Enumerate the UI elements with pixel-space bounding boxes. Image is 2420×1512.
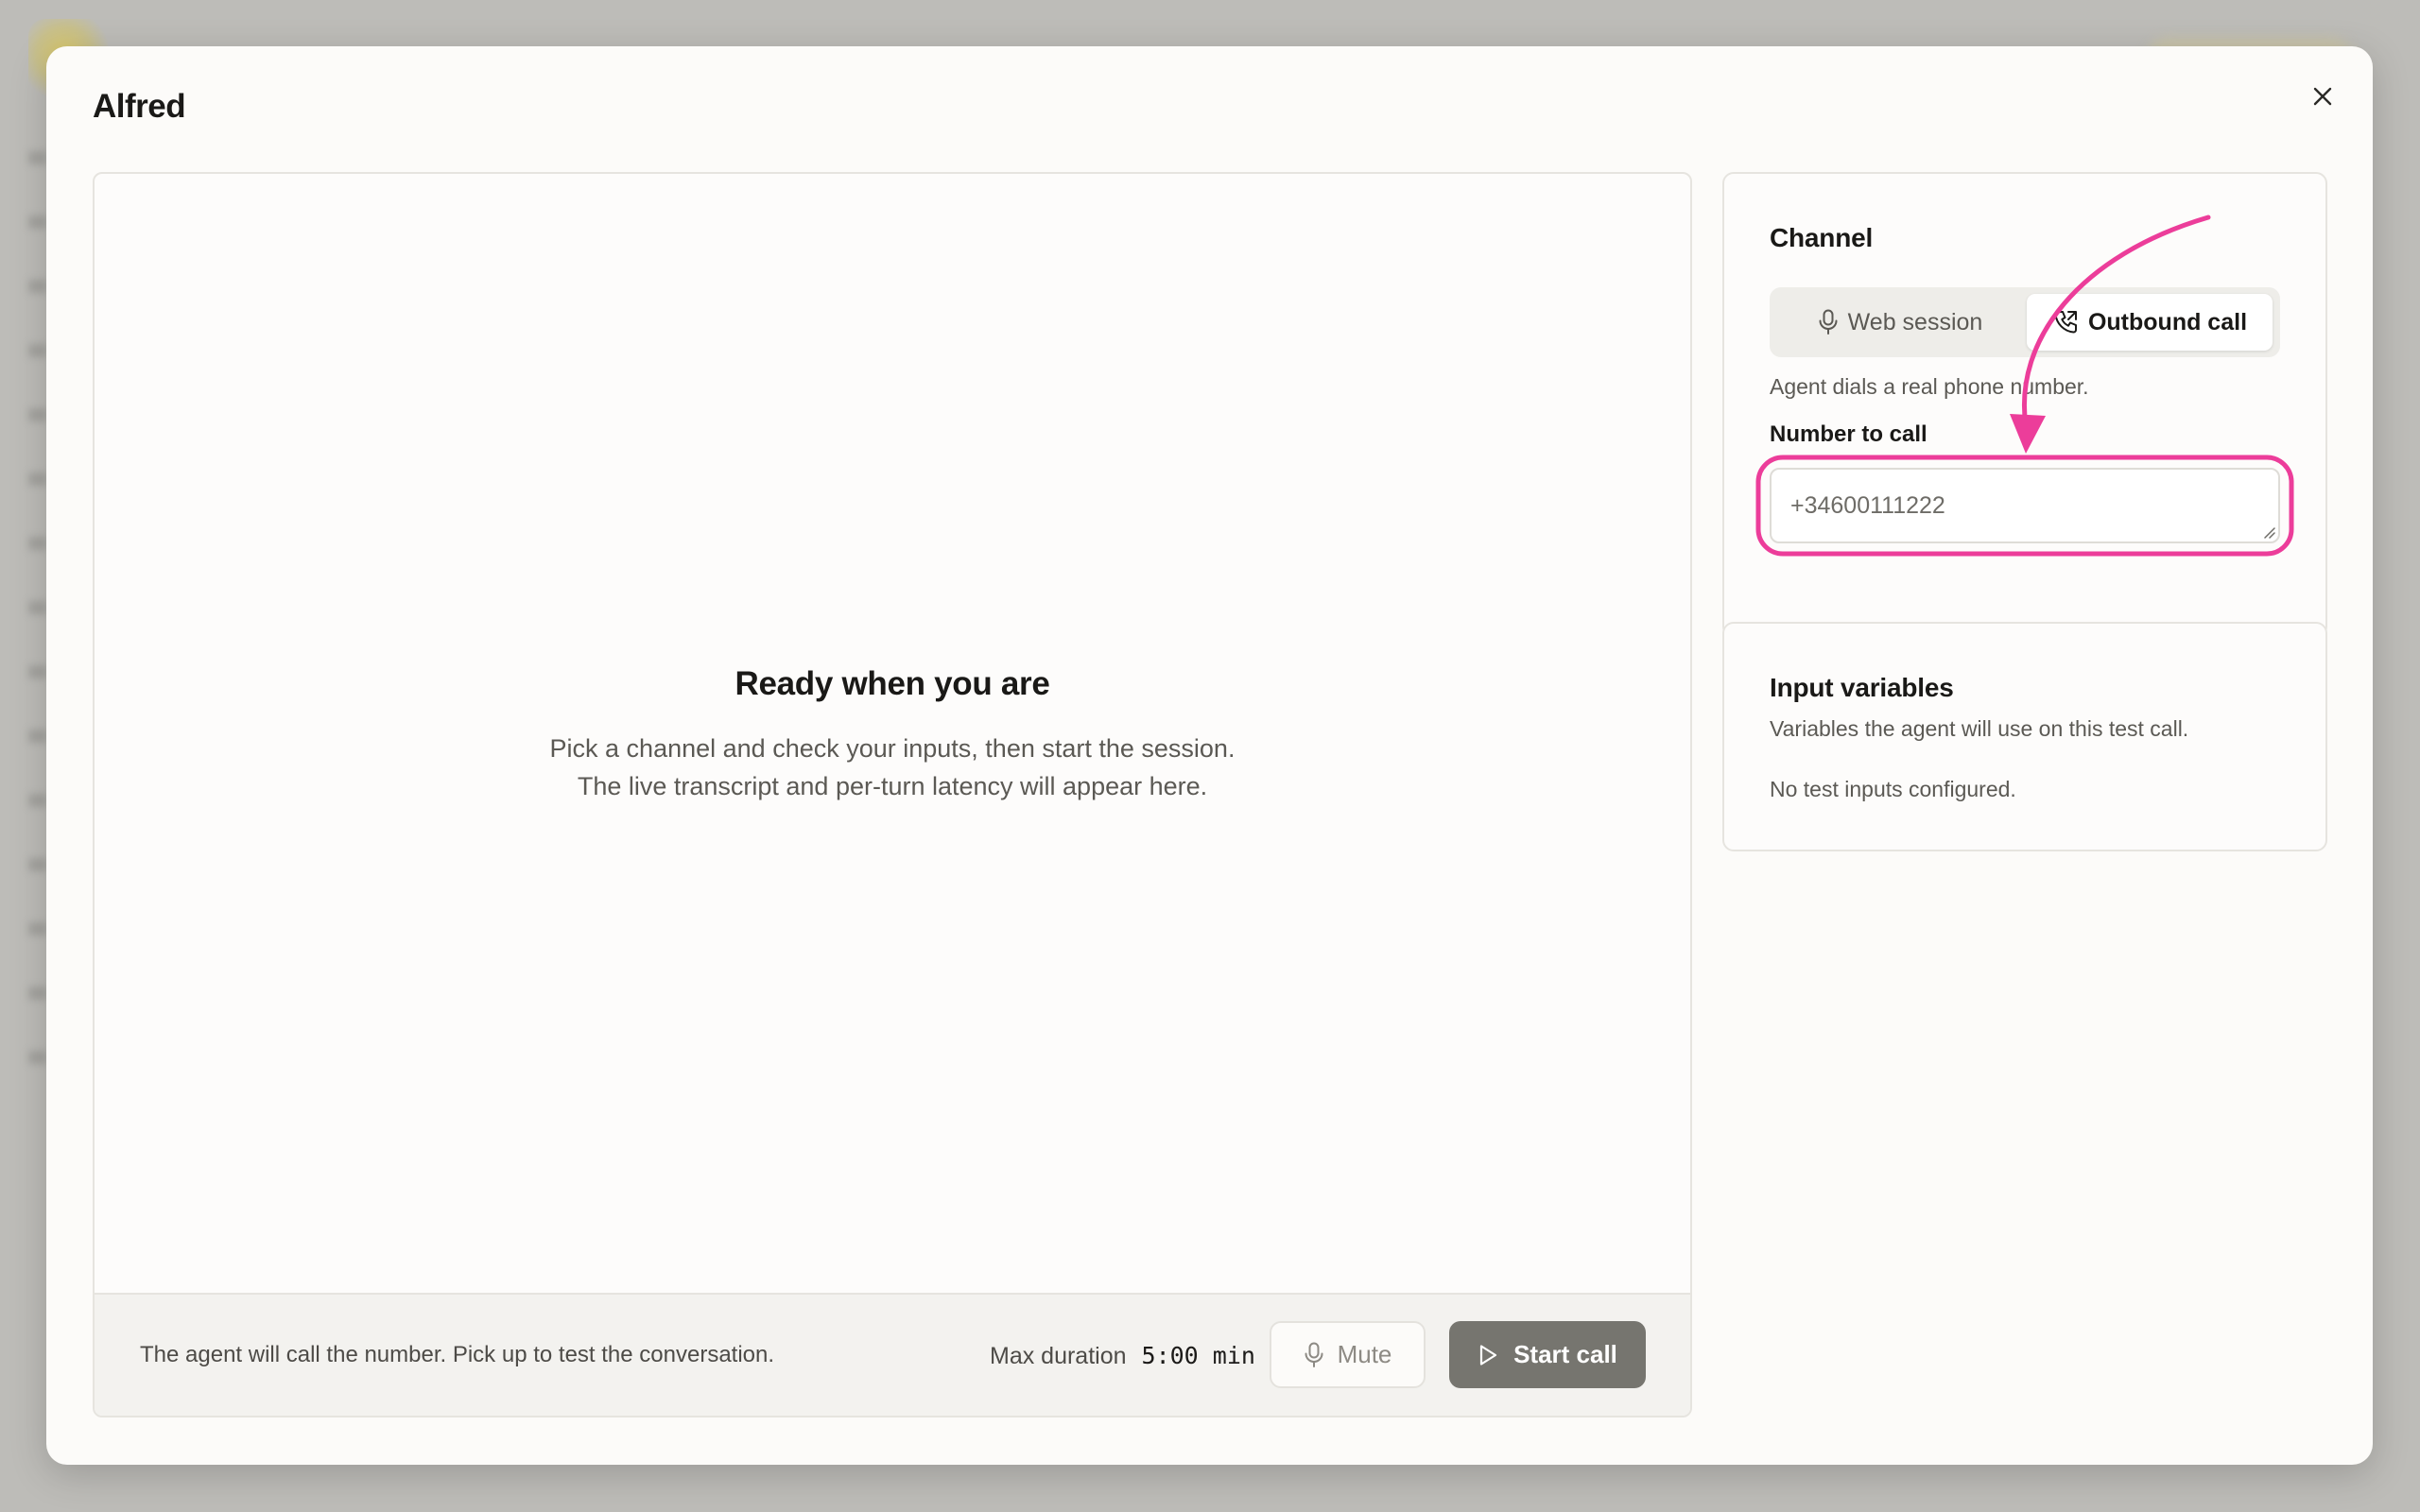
mute-label: Mute xyxy=(1337,1340,1392,1368)
close-button[interactable] xyxy=(2301,75,2344,118)
channel-selector: Web session Outbound call xyxy=(1770,287,2280,357)
microphone-icon xyxy=(1305,1342,1323,1367)
channel-option-web-session[interactable]: Web session xyxy=(1777,294,2023,351)
channel-option-label: Outbound call xyxy=(2087,308,2248,335)
start-call-button[interactable]: Start call xyxy=(1449,1321,1646,1388)
channel-heading: Channel xyxy=(1770,223,1874,252)
empty-state: Ready when you are Pick a channel and ch… xyxy=(95,665,1690,805)
max-duration-value: 5:00 min xyxy=(1141,1342,1255,1369)
call-hint: The agent will call the number. Pick up … xyxy=(140,1342,775,1367)
background-app-sidebar xyxy=(28,151,47,1096)
phone-outgoing-icon xyxy=(2054,311,2077,334)
channel-description: Agent dials a real phone number. xyxy=(1770,374,2089,399)
modal-title: Alfred xyxy=(93,88,186,125)
empty-state-text: Pick a channel and check your inputs, th… xyxy=(549,734,1236,763)
number-to-call-input[interactable] xyxy=(1770,468,2280,543)
conversation-panel: Ready when you are Pick a channel and ch… xyxy=(93,172,1692,1418)
mute-button[interactable]: Mute xyxy=(1270,1321,1426,1388)
input-variables-description: Variables the agent will use on this tes… xyxy=(1770,716,2189,741)
test-agent-modal: Alfred Ready when you are Pick a channel… xyxy=(46,46,2373,1465)
microphone-icon xyxy=(1819,309,1838,335)
number-to-call-label: Number to call xyxy=(1770,421,1927,447)
empty-state-text: The live transcript and per-turn latency… xyxy=(577,772,1208,800)
input-variables-card: Input variables Variables the agent will… xyxy=(1722,622,2327,851)
play-icon xyxy=(1479,1344,1497,1366)
channel-option-outbound-call[interactable]: Outbound call xyxy=(2027,294,2273,351)
max-duration-label: Max duration xyxy=(990,1343,1127,1369)
empty-state-title: Ready when you are xyxy=(735,665,1050,702)
close-icon xyxy=(2313,87,2332,106)
max-duration: Max duration 5:00 min xyxy=(990,1342,1255,1370)
input-variables-empty: No test inputs configured. xyxy=(1770,777,2016,801)
channel-card: Channel Web session Outbound call Agent … xyxy=(1722,172,2327,638)
input-variables-heading: Input variables xyxy=(1770,673,1954,702)
call-controls-bar: The agent will call the number. Pick up … xyxy=(95,1293,1690,1416)
start-call-label: Start call xyxy=(1513,1340,1617,1368)
channel-option-label: Web session xyxy=(1847,308,1983,335)
